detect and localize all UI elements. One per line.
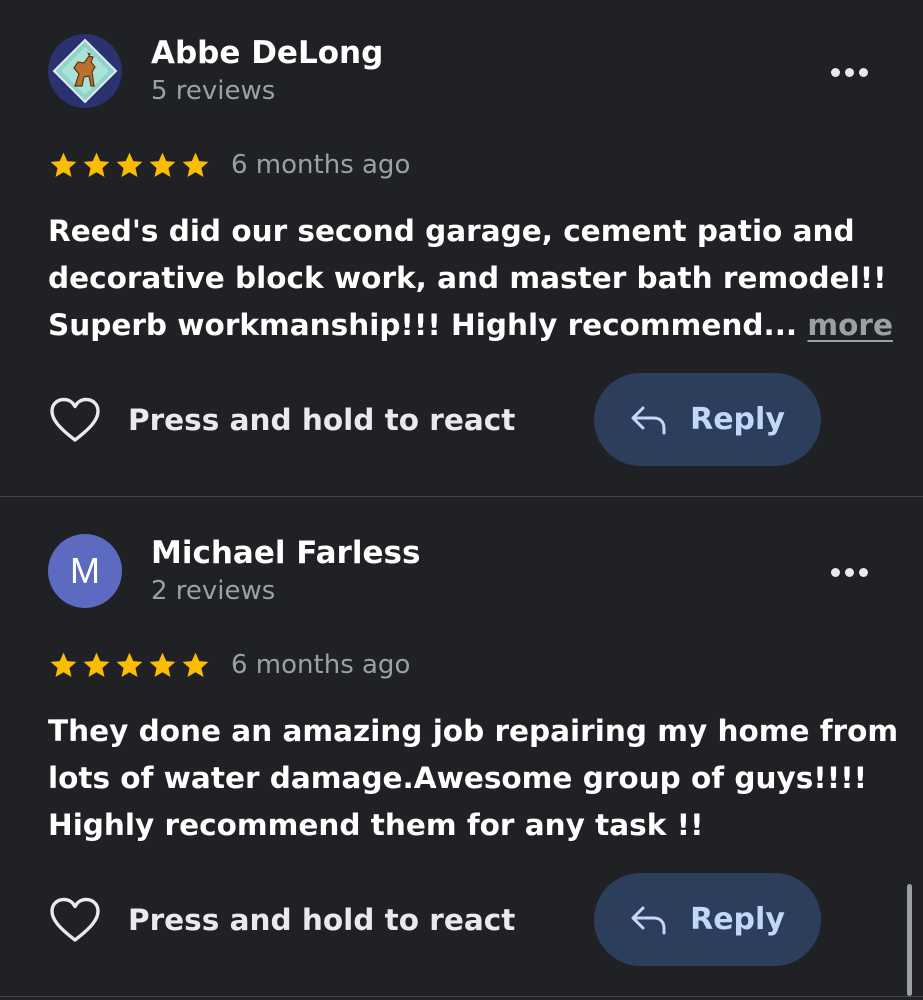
review-text-line: lots of water damage.Awesome group of gu… <box>48 761 868 795</box>
star-icon <box>116 152 143 177</box>
reply-button[interactable]: Reply <box>594 373 821 466</box>
review-text: Reed's did our second garage, cement pat… <box>48 208 893 349</box>
star-icon <box>50 152 77 177</box>
horse-avatar-icon <box>48 34 122 108</box>
review-card: Abbe DeLong 5 reviews 6 months ago Reed'… <box>0 0 923 500</box>
reviewer-name[interactable]: Abbe DeLong <box>151 35 383 71</box>
star-icon <box>50 652 77 677</box>
react-label: Press and hold to react <box>128 403 516 437</box>
avatar[interactable]: M <box>48 534 122 608</box>
divider <box>0 996 923 997</box>
more-link[interactable]: more <box>807 308 893 342</box>
review-text-line: Reed's did our second garage, cement pat… <box>48 214 855 248</box>
review-count: 2 reviews <box>151 576 276 606</box>
divider <box>0 496 923 497</box>
heart-outline-icon <box>50 897 100 942</box>
reply-label: Reply <box>690 902 785 937</box>
review-text-line: Highly recommend them for any task !! <box>48 808 704 842</box>
star-icon <box>149 152 176 177</box>
more-options-button[interactable] <box>820 558 878 586</box>
star-rating <box>48 650 211 681</box>
review-text-line: They done an amazing job repairing my ho… <box>48 714 899 748</box>
review-text-line: Superb workmanship!!! Highly recommend..… <box>48 308 798 342</box>
star-rating <box>48 150 211 181</box>
review-text-line: decorative block work, and master bath r… <box>48 261 887 295</box>
react-button[interactable]: Press and hold to react <box>48 895 515 945</box>
review-card: M Michael Farless 2 reviews 6 months ago… <box>0 500 923 1000</box>
scrollbar[interactable] <box>907 884 912 996</box>
reply-button[interactable]: Reply <box>594 873 821 966</box>
star-icon <box>182 652 209 677</box>
star-icon <box>83 152 110 177</box>
more-options-button[interactable] <box>820 58 878 86</box>
reply-label: Reply <box>690 402 785 437</box>
star-icon <box>182 152 209 177</box>
star-icon <box>83 652 110 677</box>
more-vert-dots-icon <box>830 67 840 77</box>
star-icon <box>149 652 176 677</box>
react-label: Press and hold to react <box>128 903 516 937</box>
reviewer-name[interactable]: Michael Farless <box>151 535 420 571</box>
avatar[interactable] <box>48 34 122 108</box>
review-text: They done an amazing job repairing my ho… <box>48 708 899 849</box>
react-button[interactable]: Press and hold to react <box>48 395 515 445</box>
review-count: 5 reviews <box>151 76 276 106</box>
review-time: 6 months ago <box>231 650 411 680</box>
heart-outline-icon <box>50 397 100 442</box>
reply-arrow-icon <box>631 406 666 434</box>
more-vert-dots-icon <box>830 567 840 577</box>
star-icon <box>116 652 143 677</box>
review-time: 6 months ago <box>231 150 411 180</box>
reply-arrow-icon <box>631 906 666 934</box>
